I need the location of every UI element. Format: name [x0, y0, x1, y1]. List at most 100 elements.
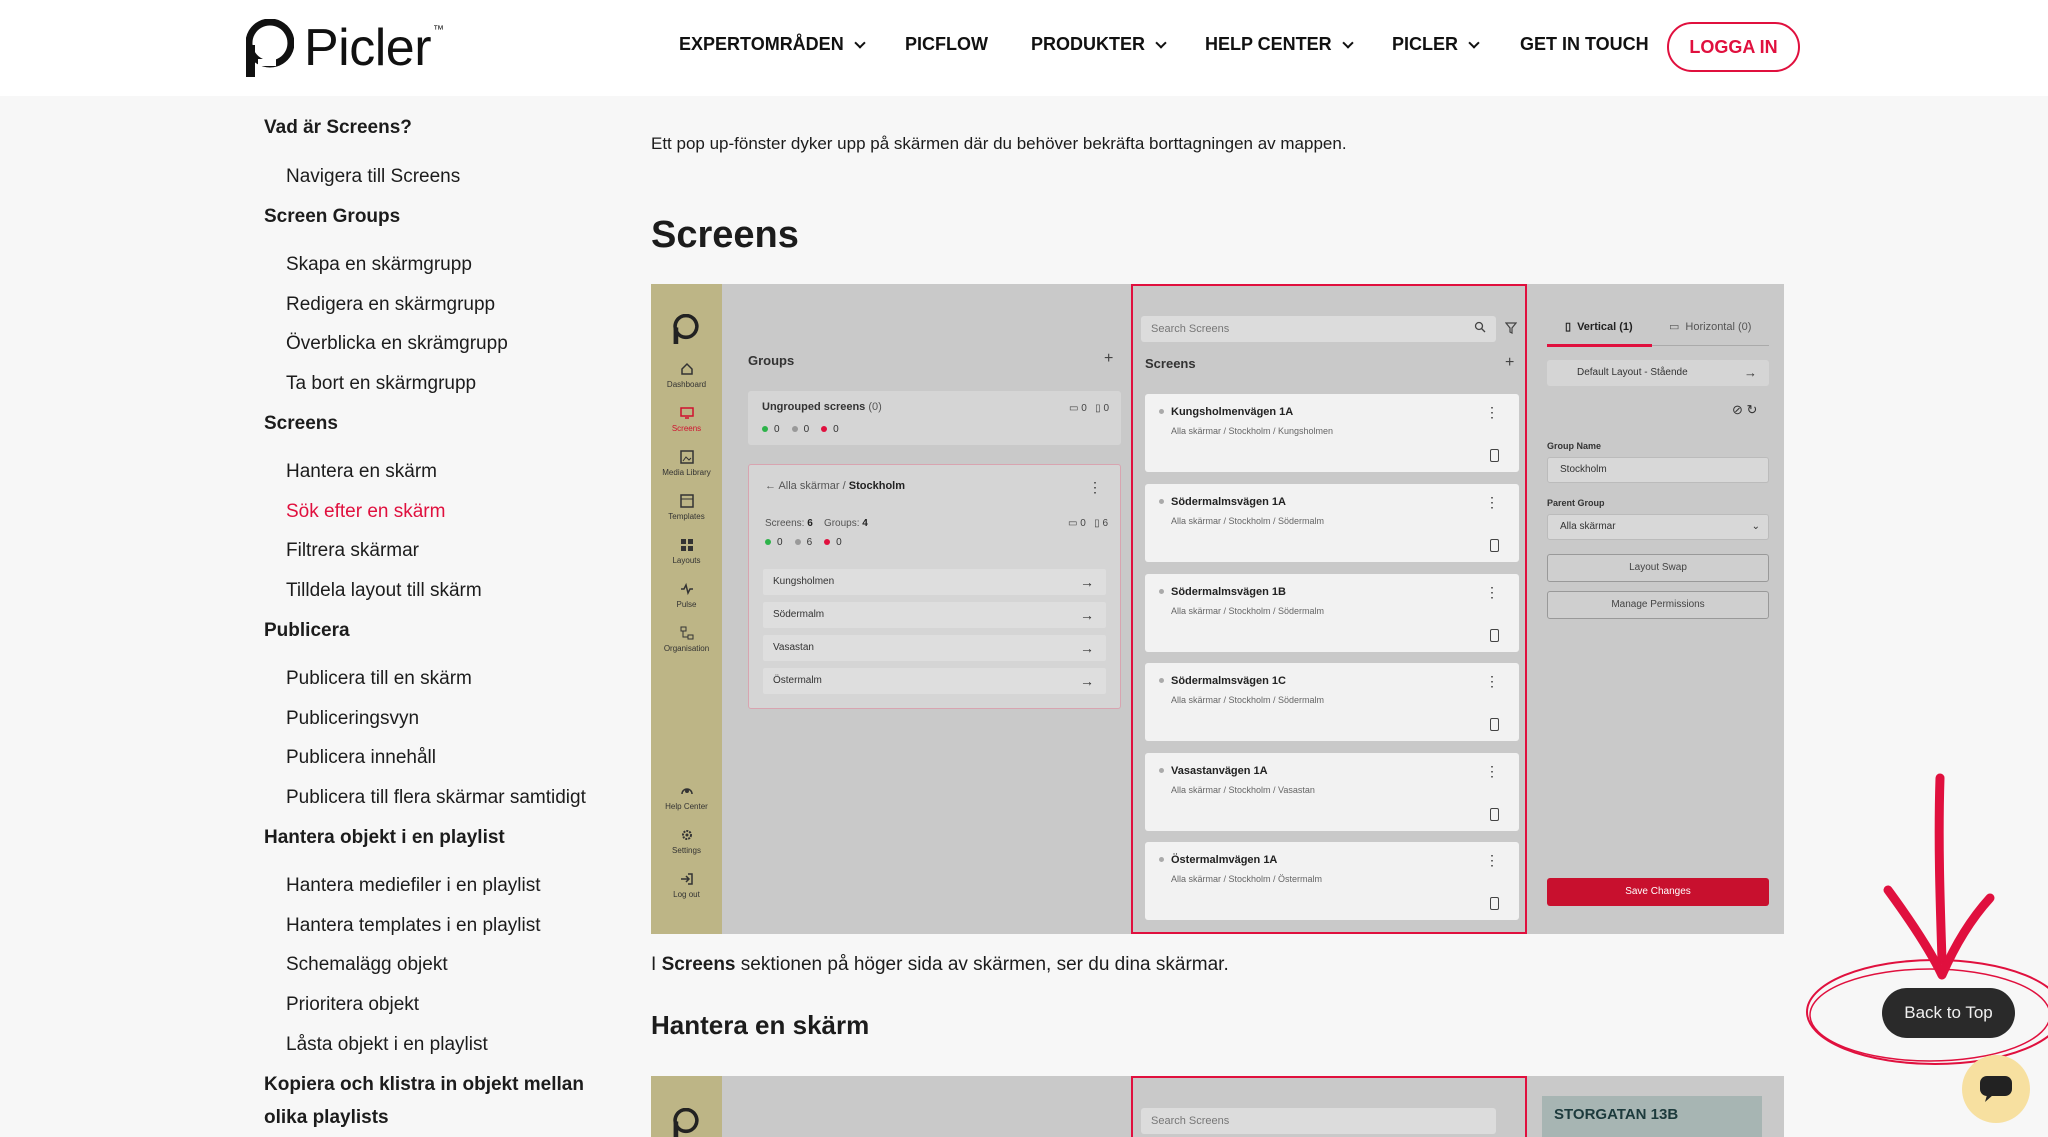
toc-link[interactable]: Hantera templates i en playlist: [286, 915, 541, 937]
screen-card: Vasastanvägen 1A Alla skärmar / Stockholm…: [1145, 753, 1519, 831]
toc-link[interactable]: Publicera: [264, 620, 350, 642]
arrow-right-icon: →: [1080, 574, 1094, 590]
toc-link[interactable]: Ta bort en skärmgrupp: [286, 373, 476, 395]
tab-horizontal: ▭ Horizontal (0): [1669, 320, 1752, 334]
app-nav-organisation: Organisation: [651, 626, 722, 653]
app-nav-screens: Screens: [651, 406, 722, 433]
group-status-counts: 0 6 0: [765, 537, 842, 548]
layout-swap-button: Layout Swap: [1547, 554, 1769, 582]
toc-link[interactable]: Hantera mediefiler i en playlist: [286, 875, 541, 897]
chevron-down-icon: ⌄: [1751, 521, 1760, 532]
nav-produkter[interactable]: PRODUKTER: [1031, 34, 1167, 55]
toc-link[interactable]: Hantera objekt i en playlist: [264, 827, 505, 849]
toc-link-active[interactable]: Sök efter en skärm: [286, 501, 445, 523]
more-vertical-icon: ⋮: [1485, 404, 1499, 420]
app-nav-logout: Log out: [651, 872, 722, 899]
portrait-device-icon: [1490, 897, 1499, 910]
toc-link[interactable]: Hantera en skärm: [286, 461, 437, 483]
store-sign: STORGATAN 13B: [1542, 1096, 1762, 1137]
login-button[interactable]: LOGGA IN: [1667, 22, 1800, 72]
add-screen-icon: +: [1505, 354, 1515, 371]
logout-icon: [680, 873, 693, 885]
nav-help-center[interactable]: HELP CENTER: [1205, 34, 1354, 55]
screen-card: Södermalmsvägen 1C Alla skärmar / Stockho…: [1145, 663, 1519, 741]
app-screenshot-2: Search Screens STORGATAN 13B: [651, 1076, 1784, 1137]
nav-expertomraden[interactable]: EXPERTOMRÅDEN: [679, 34, 866, 55]
more-vertical-icon: ⋮: [1485, 494, 1499, 510]
nav-picler[interactable]: PICLER: [1392, 34, 1480, 55]
parent-group-label: Parent Group: [1547, 498, 1605, 508]
nav-get-in-touch[interactable]: GET IN TOUCH: [1520, 34, 1649, 55]
search-icon: [1474, 321, 1486, 333]
group-stats: Screens: 6 Groups: 4: [765, 518, 868, 529]
status-dot-icon: [1159, 409, 1164, 414]
app-nav-settings: Settings: [651, 828, 722, 855]
ungrouped-title: Ungrouped screens (0): [762, 401, 882, 413]
org-icon: [680, 626, 693, 640]
monitor-icon: [679, 407, 694, 419]
subgroup-row: Södermalm →: [763, 602, 1106, 628]
chevron-down-icon: [854, 36, 866, 49]
toc-link[interactable]: Filtrera skärmar: [286, 540, 419, 562]
portrait-device-icon: ▯: [1565, 321, 1572, 333]
more-vertical-icon: ⋮: [1485, 673, 1499, 689]
toc-link[interactable]: Screens: [264, 413, 338, 435]
portrait-device-icon: [1490, 449, 1499, 462]
error-dot-icon: [821, 426, 828, 433]
toc-link-continued[interactable]: olika playlists: [264, 1107, 389, 1129]
arrow-right-icon: →: [1080, 607, 1094, 623]
group-name-field: Stockholm: [1547, 457, 1769, 483]
screen-preview: STORGATAN 13B: [1527, 1076, 1784, 1137]
app-nav-pulse: Pulse: [651, 582, 722, 609]
screen-card: Kungsholmenvägen 1A Alla skärmar / Stockh…: [1145, 394, 1519, 472]
app-nav-templates: Templates: [651, 494, 722, 521]
screens-search: Search Screens: [1141, 1108, 1496, 1134]
toc-link[interactable]: Screen Groups: [264, 206, 400, 228]
app-nav-media-library: Media Library: [651, 450, 722, 477]
rotate-icon: ⊘ ↻: [1732, 402, 1758, 417]
more-vertical-icon: ⋮: [1485, 852, 1499, 868]
toc-link[interactable]: Publicera till en skärm: [286, 668, 472, 690]
chat-widget-button[interactable]: [1962, 1055, 2030, 1123]
toc-link[interactable]: Kopiera och klistra in objekt mellan: [264, 1074, 584, 1096]
toc-link[interactable]: Publicera innehåll: [286, 747, 436, 769]
toc-link[interactable]: Redigera en skärmgrupp: [286, 294, 495, 316]
portrait-device-icon: [1490, 808, 1499, 821]
picler-logo[interactable]: Picler ™: [246, 18, 444, 78]
back-to-top-button[interactable]: Back to Top: [1882, 988, 2015, 1038]
toc-link[interactable]: Skapa en skärmgrupp: [286, 254, 472, 276]
ungrouped-screens-card: Ungrouped screens (0) 0 0 0 ▭ 0 ▯ 0: [748, 391, 1121, 445]
groups-panel: Groups + Ungrouped screens (0) 0 0 0 ▭ 0…: [722, 284, 1122, 934]
toc-link[interactable]: Publicera till flera skärmar samtidigt: [286, 787, 586, 809]
screen-card: Södermalmsvägen 1A Alla skärmar / Stockho…: [1145, 484, 1519, 562]
toc-link[interactable]: Navigera till Screens: [286, 166, 460, 188]
gear-icon: [681, 830, 692, 840]
app-screenshot: Dashboard Screens Media Library Template…: [651, 284, 1784, 934]
nav-picflow[interactable]: PICFLOW: [905, 34, 988, 55]
status-dot-icon: [1159, 589, 1164, 594]
picler-logo-mark-icon: [673, 314, 699, 344]
toc-link[interactable]: Prioritera objekt: [286, 994, 419, 1016]
toc-link[interactable]: Tilldela layout till skärm: [286, 580, 482, 602]
toc-link[interactable]: Vad är Screens?: [264, 117, 412, 139]
status-dot-icon: [1159, 768, 1164, 773]
ungrouped-orientation-counts: ▭ 0 ▯ 0: [1069, 403, 1109, 414]
toc-link[interactable]: Publiceringsvyn: [286, 708, 419, 730]
help-icon: [680, 788, 693, 795]
picler-logo-mark-icon: [246, 19, 294, 77]
logo-text: Picler: [304, 19, 432, 77]
portrait-device-icon: [1490, 539, 1499, 552]
screen-card: Södermalmsvägen 1B Alla skärmar / Stockho…: [1145, 574, 1519, 652]
stockholm-group-card: ← Alla skärmar / Stockholm ⋮ Screens: 6 …: [748, 464, 1121, 709]
arrow-right-icon: →: [1080, 673, 1094, 689]
error-dot-icon: [824, 539, 831, 546]
layout-selector: Default Layout - Stående →: [1547, 360, 1769, 386]
image-icon: [679, 450, 694, 464]
toc-link[interactable]: Låsta objekt i en playlist: [286, 1034, 488, 1056]
toc-link[interactable]: Schemalägg objekt: [286, 954, 448, 976]
toc-link[interactable]: Överblicka en skrämgrupp: [286, 333, 508, 355]
app-nav-dashboard: Dashboard: [651, 362, 722, 389]
chevron-down-icon: [1468, 36, 1480, 49]
screens-panel-highlighted: Search Screens Screens + Kungsholmenväge…: [1131, 284, 1527, 934]
tab-vertical: ▯ Vertical (1): [1565, 320, 1633, 334]
